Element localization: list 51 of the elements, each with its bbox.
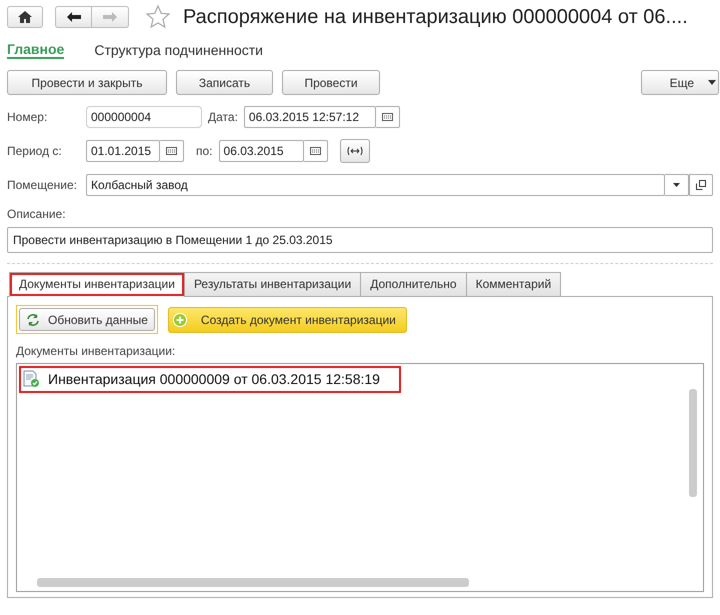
command-button[interactable]: Провести <box>282 70 380 95</box>
create-button[interactable]: Создать документ инвентаризации <box>168 306 407 332</box>
horizontal-scrollbar[interactable] <box>37 578 469 587</box>
home-button[interactable] <box>7 6 43 28</box>
field-label: Номер: <box>7 110 48 124</box>
open-window-icon <box>696 180 706 190</box>
calendar-button[interactable] <box>160 140 184 162</box>
date-field[interactable]: 06.03.2015 <box>218 140 304 162</box>
plus-icon <box>172 312 187 326</box>
tab[interactable]: Комментарий <box>466 272 562 296</box>
window-title: Распоряжение на инвентаризацию 000000004 от 06.... <box>183 6 688 28</box>
caret-icon <box>673 183 680 187</box>
back-arrow-icon <box>66 12 80 22</box>
double-arrow-icon <box>346 146 363 156</box>
field-label: Помещение: <box>7 178 78 192</box>
tab[interactable]: Результаты инвентаризации <box>184 272 362 296</box>
list-item[interactable]: Инвентаризация 000000009 от 06.03.2015 12:58:19 <box>20 367 400 392</box>
open-button[interactable] <box>689 174 713 196</box>
caret-icon <box>708 80 716 85</box>
date-field[interactable]: 06.03.2015 12:57:12 <box>244 106 376 128</box>
tab[interactable]: Дополнительно <box>360 272 467 296</box>
refresh-button[interactable]: Обновить данные <box>19 308 155 331</box>
calendar-icon <box>310 147 321 155</box>
command-button[interactable]: Провести и закрыть <box>7 70 167 95</box>
period-button[interactable] <box>340 139 370 163</box>
list-label: Документы инвентаризации: <box>16 344 176 358</box>
tab[interactable]: Документы инвентаризации <box>9 272 185 297</box>
section-link[interactable]: Структура подчиненности <box>94 42 263 58</box>
home-icon <box>18 11 32 23</box>
description-field[interactable]: Провести инвентаризацию в Помещении 1 до 25.03.2015 <box>7 227 713 253</box>
dropdown-button[interactable] <box>665 174 689 196</box>
forward-arrow-icon <box>103 12 117 22</box>
star-icon[interactable] <box>145 4 171 30</box>
back-button[interactable] <box>55 6 92 28</box>
field-label: Дата: <box>208 110 238 124</box>
room-field[interactable]: Колбасный завод <box>86 174 665 196</box>
field-label: Описание: <box>7 207 67 221</box>
command-button[interactable]: Записать <box>176 70 273 95</box>
date-field[interactable]: 01.01.2015 <box>86 140 160 162</box>
calendar-icon <box>382 113 393 121</box>
calendar-button[interactable] <box>304 140 328 162</box>
vertical-scrollbar[interactable] <box>689 389 697 497</box>
calendar-icon <box>166 147 177 155</box>
field-label: Период с: <box>7 144 63 158</box>
calendar-button[interactable] <box>376 106 400 128</box>
item-text: Инвентаризация 000000009 от 06.03.2015 12:58:19 <box>48 371 380 387</box>
refresh-icon <box>26 314 40 326</box>
field-label: по: <box>196 144 213 158</box>
number-field[interactable]: 000000004 <box>86 106 202 128</box>
more-button[interactable]: Еще <box>641 70 719 95</box>
document-check-icon <box>22 370 40 388</box>
